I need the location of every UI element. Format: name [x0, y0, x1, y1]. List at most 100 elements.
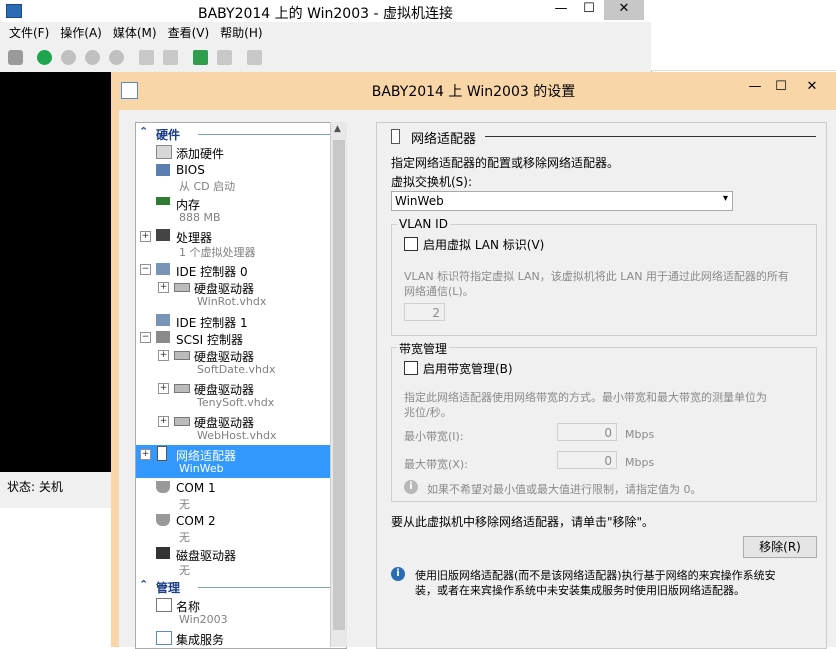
vm-minimize-button[interactable]: —: [548, 0, 574, 20]
dialog-close-button[interactable]: ✕: [795, 78, 829, 98]
info-icon: i: [391, 567, 405, 581]
vlan-checkbox[interactable]: [404, 237, 418, 251]
tree-item-network-adapter[interactable]: + 网络适配器 WinWeb: [136, 445, 346, 478]
hard-drive-icon: [174, 283, 190, 292]
checkpoint-icon[interactable]: [193, 50, 208, 65]
virtual-switch-select[interactable]: WinWeb ▾: [391, 191, 733, 211]
info-icon: i: [404, 480, 418, 494]
vm-title-bar: BABY2014 上的 Win2003 - 虚拟机连接 — ☐ ✕: [0, 0, 651, 22]
tree-item-diskette-drive[interactable]: 磁盘驱动器 无: [136, 545, 346, 577]
vlan-id-input[interactable]: 2: [404, 303, 445, 321]
expand-icon[interactable]: +: [158, 383, 169, 394]
scrollbar-thumb[interactable]: [333, 140, 345, 630]
tree-item-scsi-controller[interactable]: − SCSI 控制器: [136, 329, 346, 347]
turn-off-icon[interactable]: [61, 50, 76, 65]
max-bandwidth-unit: Mbps: [625, 456, 655, 469]
diskette-icon: [156, 547, 170, 559]
menu-action[interactable]: 操作(A): [60, 23, 102, 43]
bandwidth-checkbox-label: 启用带宽管理(B): [423, 362, 513, 376]
collapse-icon[interactable]: −: [140, 264, 151, 275]
vm-screen[interactable]: [0, 72, 115, 472]
section-management[interactable]: ⌃ 管理: [136, 578, 346, 595]
name-icon: [156, 598, 172, 612]
vlan-checkbox-label: 启用虚拟 LAN 标识(V): [423, 238, 545, 252]
section-hardware[interactable]: ⌃ 硬件: [136, 125, 346, 142]
tree-item-memory[interactable]: 内存 888 MB: [136, 194, 346, 226]
menu-media[interactable]: 媒体(M): [113, 23, 157, 43]
tree-item-com1[interactable]: COM 1 无: [136, 479, 346, 511]
max-bandwidth-input[interactable]: 0: [557, 451, 617, 469]
tree-item-bios[interactable]: BIOS 从 CD 启动: [136, 161, 346, 193]
hard-drive-icon: [174, 351, 190, 360]
save-state-icon[interactable]: [109, 50, 124, 65]
shutdown-icon[interactable]: [85, 50, 100, 65]
vm-toolbar: [0, 44, 643, 73]
tree-item-hard-drive-1[interactable]: + 硬盘驱动器 WinRot.vhdx: [136, 278, 346, 310]
switch-label: 虚拟交换机(S):: [391, 175, 473, 189]
revert-icon[interactable]: [217, 50, 232, 65]
scsi-controller-icon: [156, 331, 170, 343]
remove-instructions: 要从此虚拟机中移除网络适配器，请单击"移除"。: [391, 515, 655, 529]
enhanced-session-icon[interactable]: [247, 50, 262, 65]
bios-icon: [156, 164, 170, 176]
menu-file[interactable]: 文件(F): [9, 23, 49, 43]
tree-item-name[interactable]: 名称 Win2003: [136, 596, 346, 628]
expand-icon[interactable]: +: [158, 282, 169, 293]
tree-item-hard-drive-2[interactable]: + 硬盘驱动器 SoftDate.vhdx: [136, 346, 346, 378]
pause-icon[interactable]: [139, 50, 154, 65]
dialog-title-bar: BABY2014 上 Win2003 的设置 — ☐ ✕: [111, 72, 836, 109]
vlan-group-title: VLAN ID: [397, 217, 450, 231]
start-icon[interactable]: [37, 50, 52, 65]
hard-drive-icon: [174, 384, 190, 393]
tree-scrollbar[interactable]: ▲: [330, 122, 347, 647]
tree-item-ide-controller-0[interactable]: − IDE 控制器 0: [136, 261, 346, 279]
memory-icon: [156, 197, 170, 205]
tree-item-processor[interactable]: + 处理器 1 个虚拟处理器: [136, 227, 346, 259]
tree-item-integration-services[interactable]: 集成服务: [136, 629, 346, 648]
tree-item-add-hardware[interactable]: 添加硬件: [136, 143, 346, 161]
ide-controller-icon: [156, 263, 170, 275]
tree-item-hard-drive-3[interactable]: + 硬盘驱动器 TenySoft.vhdx: [136, 379, 346, 411]
dialog-body: ⌃ 硬件 添加硬件 BIOS 从 CD 启动 内存 888 MB + 处理器 1…: [119, 110, 836, 649]
resume-icon[interactable]: [163, 50, 178, 65]
panel-header: 网络适配器: [411, 132, 477, 147]
hard-drive-icon: [174, 417, 190, 426]
remove-button[interactable]: 移除(R): [743, 536, 817, 558]
chevron-down-icon: ▾: [722, 193, 728, 204]
vm-status-bar: 状态: 关机: [0, 475, 115, 497]
vm-close-button[interactable]: ✕: [604, 0, 644, 20]
max-bandwidth-label: 最大带宽(X):: [404, 458, 468, 471]
com-port-icon: [156, 514, 170, 526]
vm-maximize-button[interactable]: ☐: [576, 0, 602, 20]
min-bandwidth-unit: Mbps: [625, 428, 655, 441]
dialog-minimize-button[interactable]: —: [743, 78, 767, 98]
bandwidth-help-line2: 兆位/秒。: [404, 406, 452, 419]
vm-menu-bar: 文件(F) 操作(A) 媒体(M) 查看(V) 帮助(H): [0, 23, 643, 43]
menu-help[interactable]: 帮助(H): [220, 23, 262, 43]
expand-icon[interactable]: +: [158, 350, 169, 361]
bandwidth-group-title: 带宽管理: [397, 340, 450, 357]
expand-icon[interactable]: +: [140, 449, 151, 460]
expand-icon[interactable]: +: [158, 416, 169, 427]
add-hardware-icon: [156, 145, 172, 159]
expand-icon[interactable]: +: [140, 231, 151, 242]
ctrl-alt-del-icon[interactable]: [8, 50, 23, 65]
tree-item-ide-controller-1[interactable]: IDE 控制器 1: [136, 312, 346, 330]
panel-description: 指定网络适配器的配置或移除网络适配器。: [391, 156, 620, 170]
tree-item-hard-drive-4[interactable]: + 硬盘驱动器 WebHost.vhdx: [136, 412, 346, 444]
background-window: [651, 0, 836, 71]
tree-item-com2[interactable]: COM 2 无: [136, 512, 346, 544]
com-port-icon: [156, 481, 170, 493]
bandwidth-checkbox[interactable]: [404, 361, 418, 375]
menu-view[interactable]: 查看(V): [168, 23, 210, 43]
scroll-up-icon[interactable]: ▲: [334, 124, 341, 134]
vlan-help-line1: VLAN 标识符指定虚拟 LAN，该虚拟机将此 LAN 用于通过此网络适配器的所…: [404, 270, 789, 283]
min-bandwidth-label: 最小带宽(I):: [404, 430, 464, 443]
vlan-help-line2: 网络通信(L)。: [404, 285, 474, 298]
min-bandwidth-input[interactable]: 0: [557, 423, 617, 441]
bandwidth-note: 如果不希望对最小值或最大值进行限制，请指定值为 0。: [427, 483, 702, 496]
collapse-icon[interactable]: −: [140, 332, 151, 343]
processor-icon: [156, 229, 170, 241]
dialog-maximize-button[interactable]: ☐: [769, 78, 793, 98]
ide-controller-icon: [156, 314, 170, 326]
